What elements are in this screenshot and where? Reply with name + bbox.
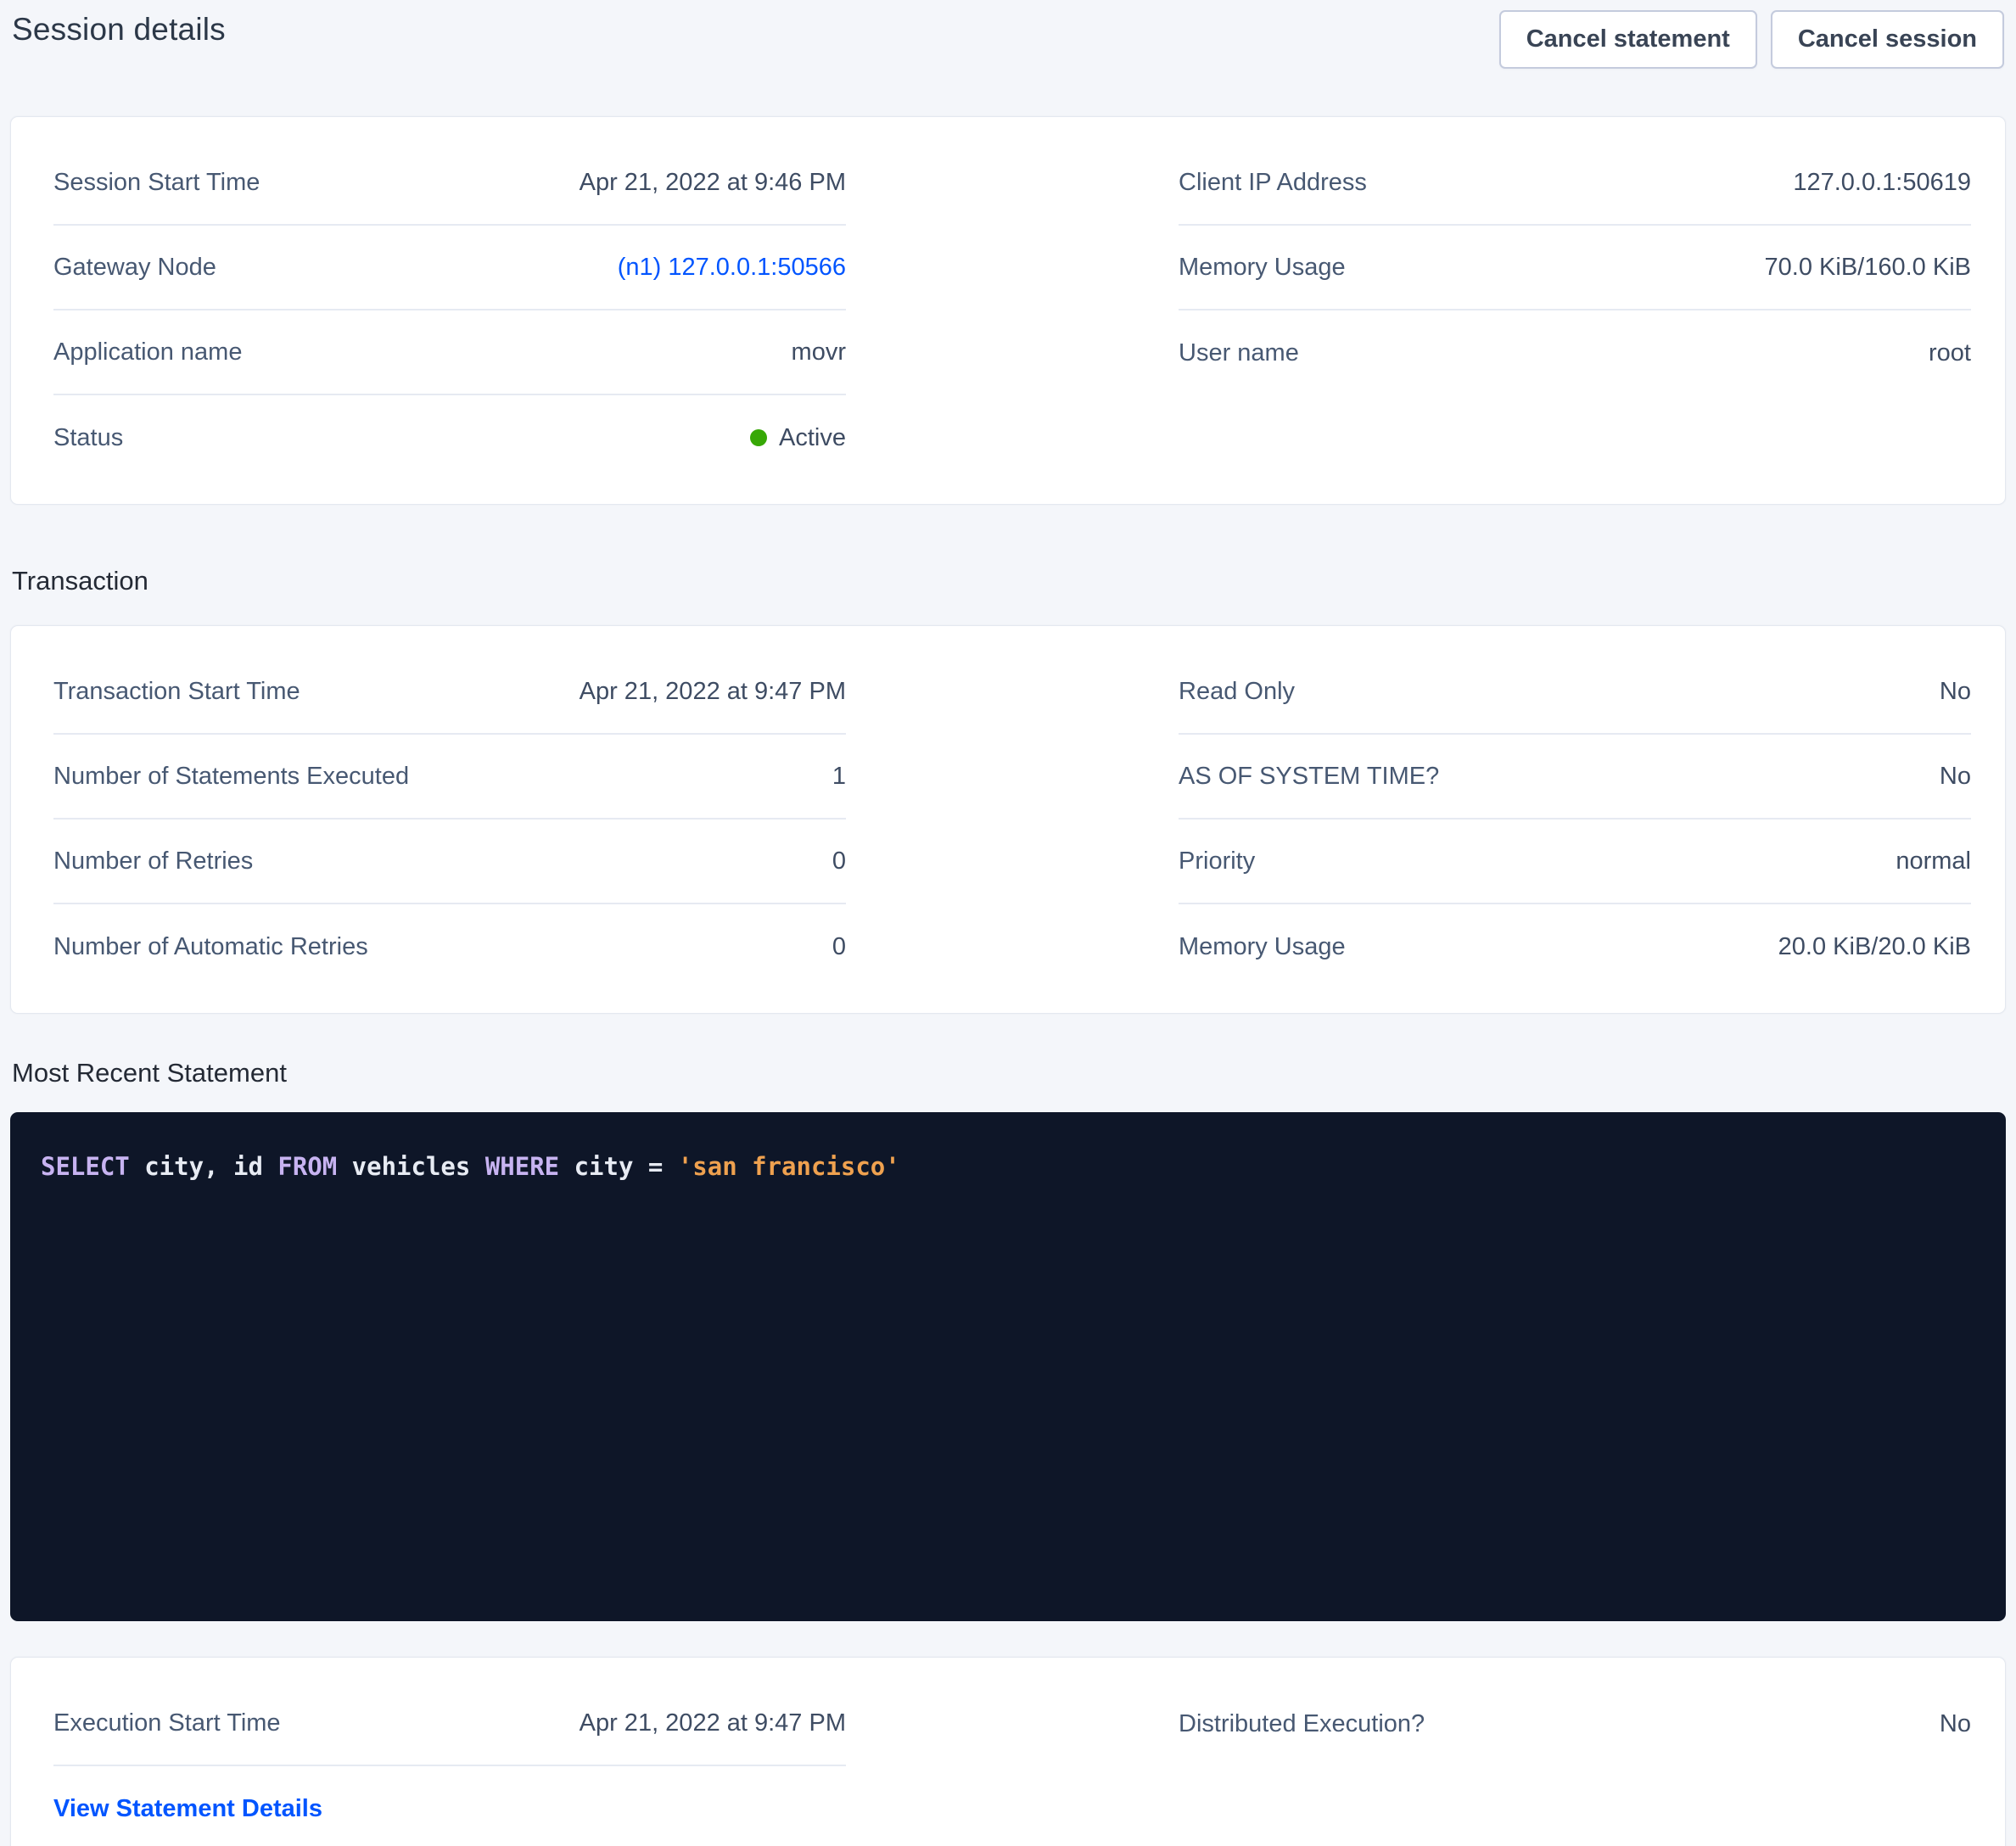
row-label: AS OF SYSTEM TIME? bbox=[1179, 763, 1439, 791]
row-label: Number of Automatic Retries bbox=[53, 933, 368, 961]
statements-executed-row: Number of Statements Executed 1 bbox=[53, 735, 846, 820]
gateway-node-link[interactable]: (n1) 127.0.0.1:50566 bbox=[618, 254, 846, 282]
user-name-row: User name root bbox=[1179, 310, 1971, 395]
row-value: 1 bbox=[832, 763, 846, 791]
row-label: Number of Retries bbox=[53, 847, 253, 875]
row-label: Number of Statements Executed bbox=[53, 763, 409, 791]
status-row: Status Active bbox=[53, 395, 846, 480]
read-only-row: Read Only No bbox=[1179, 650, 1971, 735]
session-summary-grid: Session Start Time Apr 21, 2022 at 9:46 … bbox=[53, 141, 1971, 480]
sql-text: city = bbox=[559, 1152, 678, 1181]
execution-start-time-row: Execution Start Time Apr 21, 2022 at 9:4… bbox=[53, 1681, 846, 1766]
row-label: Transaction Start Time bbox=[53, 678, 300, 706]
transaction-grid: Transaction Start Time Apr 21, 2022 at 9… bbox=[53, 650, 1971, 989]
row-label: Execution Start Time bbox=[53, 1709, 281, 1737]
sql-text: vehicles bbox=[337, 1152, 485, 1181]
session-summary-left-column: Session Start Time Apr 21, 2022 at 9:46 … bbox=[53, 141, 846, 480]
execution-grid: Execution Start Time Apr 21, 2022 at 9:4… bbox=[53, 1681, 1971, 1846]
status-badge: Active bbox=[750, 424, 846, 452]
most-recent-statement-heading: Most Recent Statement bbox=[12, 1058, 2004, 1088]
transaction-memory-usage-row: Memory Usage 20.0 KiB/20.0 KiB bbox=[1179, 904, 1971, 989]
view-statement-details-link[interactable]: View Statement Details bbox=[53, 1795, 322, 1823]
sql-text: city, id bbox=[130, 1152, 278, 1181]
gateway-node-row: Gateway Node (n1) 127.0.0.1:50566 bbox=[53, 226, 846, 310]
session-details-page: Session details Cancel statement Cancel … bbox=[0, 0, 2016, 1846]
row-value: 0 bbox=[832, 847, 846, 875]
row-value: No bbox=[1940, 1710, 1971, 1738]
automatic-retries-row: Number of Automatic Retries 0 bbox=[53, 904, 846, 989]
row-value: root bbox=[1929, 339, 1971, 367]
row-label: Read Only bbox=[1179, 678, 1295, 706]
session-start-time-row: Session Start Time Apr 21, 2022 at 9:46 … bbox=[53, 141, 846, 226]
page-title: Session details bbox=[12, 12, 226, 48]
sql-code-block: SELECT city, id FROM vehicles WHERE city… bbox=[10, 1112, 2006, 1621]
execution-card: Execution Start Time Apr 21, 2022 at 9:4… bbox=[10, 1657, 2006, 1846]
retries-row: Number of Retries 0 bbox=[53, 820, 846, 904]
sql-keyword: WHERE bbox=[485, 1152, 559, 1181]
sql-string: 'san francisco' bbox=[678, 1152, 900, 1181]
row-value: normal bbox=[1896, 847, 1971, 875]
row-value: Apr 21, 2022 at 9:46 PM bbox=[580, 169, 846, 197]
as-of-system-time-row: AS OF SYSTEM TIME? No bbox=[1179, 735, 1971, 820]
row-label: Gateway Node bbox=[53, 254, 216, 282]
session-summary-card: Session Start Time Apr 21, 2022 at 9:46 … bbox=[10, 116, 2006, 505]
row-value: 127.0.0.1:50619 bbox=[1793, 169, 1971, 197]
transaction-right-column: Read Only No AS OF SYSTEM TIME? No Prior… bbox=[1179, 650, 1971, 989]
transaction-start-time-row: Transaction Start Time Apr 21, 2022 at 9… bbox=[53, 650, 846, 735]
row-value: 20.0 KiB/20.0 KiB bbox=[1778, 933, 1971, 961]
row-value: No bbox=[1940, 678, 1971, 706]
row-label: Status bbox=[53, 424, 123, 452]
row-label: Distributed Execution? bbox=[1179, 1710, 1425, 1738]
cancel-statement-button[interactable]: Cancel statement bbox=[1499, 10, 1757, 69]
execution-right-column: Distributed Execution? No bbox=[1179, 1681, 1971, 1846]
row-label: Memory Usage bbox=[1179, 254, 1346, 282]
view-statement-details-row: View Statement Details bbox=[53, 1766, 846, 1846]
transaction-left-column: Transaction Start Time Apr 21, 2022 at 9… bbox=[53, 650, 846, 989]
status-text: Active bbox=[779, 424, 846, 452]
session-memory-usage-row: Memory Usage 70.0 KiB/160.0 KiB bbox=[1179, 226, 1971, 310]
session-summary-right-column: Client IP Address 127.0.0.1:50619 Memory… bbox=[1179, 141, 1971, 480]
distributed-execution-row: Distributed Execution? No bbox=[1179, 1681, 1971, 1766]
row-label: Session Start Time bbox=[53, 169, 260, 197]
execution-left-column: Execution Start Time Apr 21, 2022 at 9:4… bbox=[53, 1681, 846, 1846]
row-value: Apr 21, 2022 at 9:47 PM bbox=[580, 1709, 846, 1737]
sql-statement: SELECT city, id FROM vehicles WHERE city… bbox=[41, 1148, 1975, 1185]
transaction-card: Transaction Start Time Apr 21, 2022 at 9… bbox=[10, 625, 2006, 1014]
sql-keyword: FROM bbox=[277, 1152, 337, 1181]
row-label: Client IP Address bbox=[1179, 169, 1367, 197]
row-label: User name bbox=[1179, 339, 1299, 367]
row-label: Application name bbox=[53, 338, 242, 366]
row-value: 0 bbox=[832, 933, 846, 961]
application-name-row: Application name movr bbox=[53, 310, 846, 395]
status-active-dot-icon bbox=[750, 429, 767, 446]
row-label: Memory Usage bbox=[1179, 933, 1346, 961]
row-value: 70.0 KiB/160.0 KiB bbox=[1765, 254, 1971, 282]
priority-row: Priority normal bbox=[1179, 820, 1971, 904]
row-value: No bbox=[1940, 763, 1971, 791]
row-value: Apr 21, 2022 at 9:47 PM bbox=[580, 678, 846, 706]
sql-keyword: SELECT bbox=[41, 1152, 130, 1181]
client-ip-row: Client IP Address 127.0.0.1:50619 bbox=[1179, 141, 1971, 226]
transaction-heading: Transaction bbox=[12, 566, 2004, 596]
row-value: movr bbox=[792, 338, 846, 366]
page-header: Session details Cancel statement Cancel … bbox=[10, 12, 2006, 69]
row-label: Priority bbox=[1179, 847, 1255, 875]
header-actions: Cancel statement Cancel session bbox=[1499, 10, 2004, 69]
cancel-session-button[interactable]: Cancel session bbox=[1771, 10, 2004, 69]
